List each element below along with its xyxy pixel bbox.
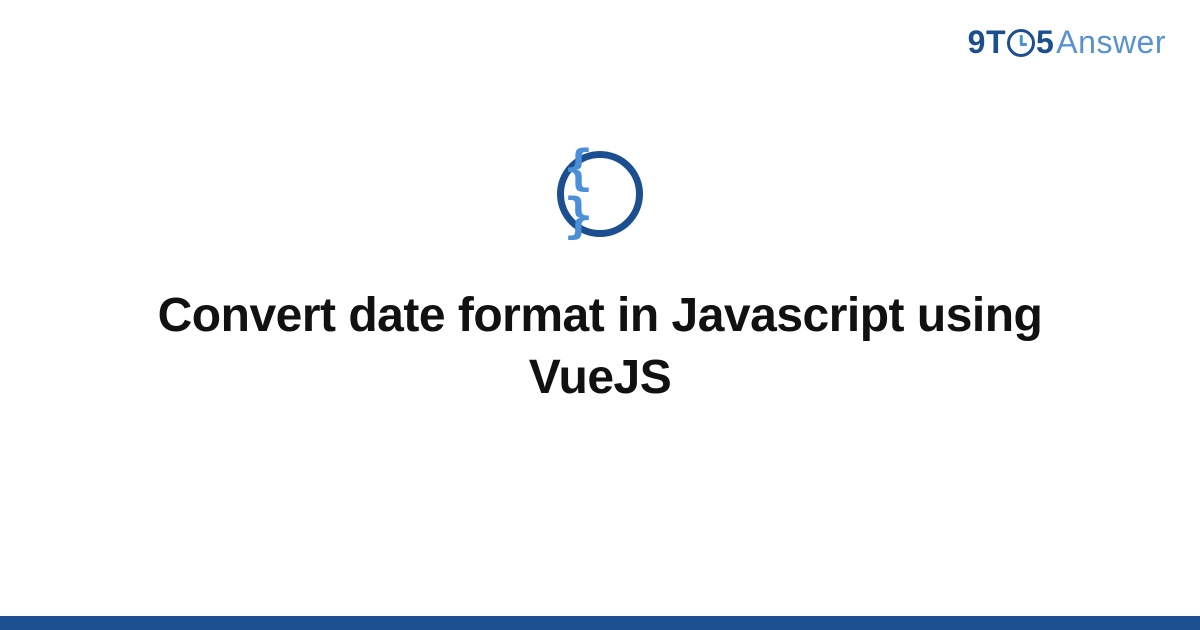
footer-bar — [0, 616, 1200, 630]
main-content: { } Convert date format in Javascript us… — [0, 0, 1200, 630]
category-icon-wrapper: { } — [557, 151, 643, 237]
code-braces-icon: { } — [564, 144, 636, 240]
page-title: Convert date format in Javascript using … — [100, 285, 1100, 410]
